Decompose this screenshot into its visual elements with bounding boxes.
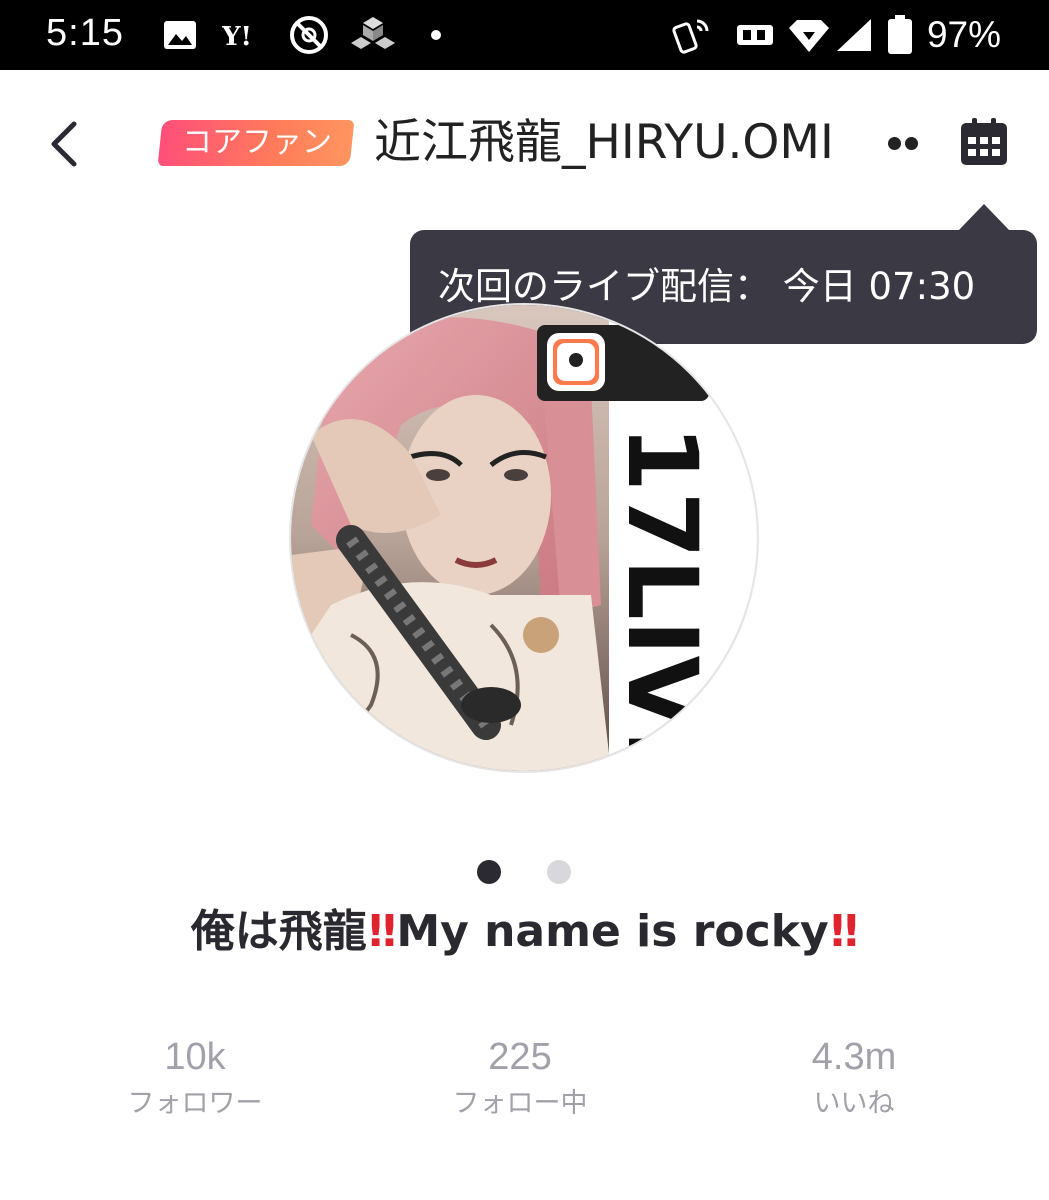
stat-followers-value: 10k xyxy=(164,1036,226,1078)
stat-followers-label: フォロワー xyxy=(127,1088,263,1119)
display-name-part1: 俺は飛龍 xyxy=(190,906,367,957)
avatar-brand-text: 17LIVE xyxy=(606,425,718,771)
exclamation-icon: ‼ xyxy=(830,906,858,957)
title-overflow-fade xyxy=(858,110,918,176)
nfc-phone-icon xyxy=(670,16,714,54)
no-disturb-icon xyxy=(288,16,330,54)
stat-likes[interactable]: 4.3m いいね xyxy=(734,1032,974,1126)
vibrate-icon xyxy=(732,16,778,54)
image-icon xyxy=(162,16,198,54)
profile-header: コアファン 近江飛龍_HIRYU.OMI xyxy=(0,70,1049,220)
battery-icon xyxy=(884,15,916,54)
battery-percent: 97% xyxy=(926,14,1001,55)
calendar-button[interactable] xyxy=(958,116,1010,168)
yahoo-icon: Y! xyxy=(222,16,268,54)
calendar-icon xyxy=(961,118,1007,165)
dot-icon xyxy=(428,16,444,54)
profile-avatar[interactable]: 17LIVE xyxy=(291,305,757,771)
exclamation-icon: ‼ xyxy=(368,906,396,957)
stat-following-value: 225 xyxy=(488,1036,552,1078)
display-name-part2: My name is rocky xyxy=(396,906,829,957)
stat-following[interactable]: 225 フォロー中 xyxy=(400,1032,640,1126)
cube-app-icon xyxy=(350,16,396,54)
display-name: 俺は飛龍‼ My name is rocky‼ xyxy=(0,896,1049,968)
signal-icon xyxy=(834,16,874,54)
back-button[interactable] xyxy=(38,110,98,174)
username-title: 近江飛龍_HIRYU.OMI xyxy=(374,115,834,170)
pager-dot-active[interactable] xyxy=(477,860,501,884)
tooltip-arrow xyxy=(958,204,1010,231)
stat-likes-label: いいね xyxy=(813,1088,895,1119)
pager-dot[interactable] xyxy=(547,860,571,884)
stat-following-label: フォロー中 xyxy=(452,1088,588,1119)
chevron-left-icon xyxy=(51,121,77,167)
status-time: 5:15 xyxy=(46,12,124,54)
wifi-icon xyxy=(786,16,832,54)
stat-likes-value: 4.3m xyxy=(811,1036,897,1078)
avatar-pager xyxy=(0,860,1049,884)
core-fan-badge-label: コアファン xyxy=(182,125,332,160)
stat-followers[interactable]: 10k フォロワー xyxy=(75,1032,315,1126)
core-fan-badge: コアファン xyxy=(157,120,355,166)
svg-text:Y!: Y! xyxy=(222,22,252,50)
status-bar: 5:15 Y! 97% xyxy=(0,0,1049,70)
